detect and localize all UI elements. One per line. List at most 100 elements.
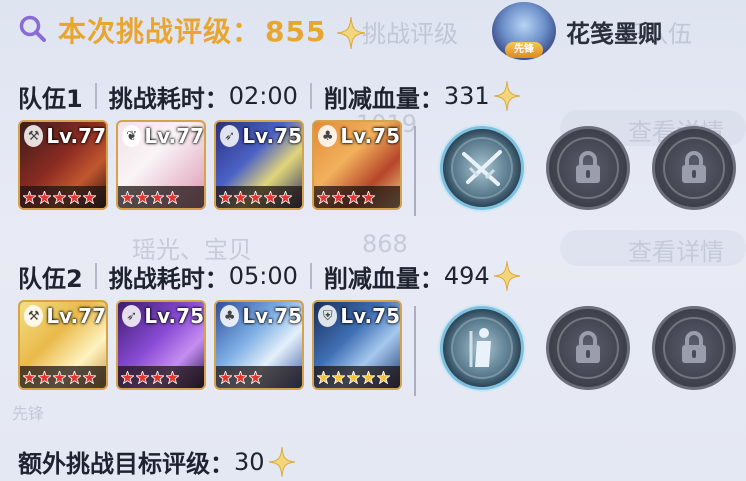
sparkle-icon (337, 17, 366, 49)
skill-slot-locked[interactable] (652, 306, 736, 390)
sparkle-icon (268, 446, 295, 477)
divider (414, 306, 416, 396)
time-label: 挑战耗时： (108, 84, 229, 113)
damage-value: 331 (443, 82, 490, 110)
sparkle-icon (493, 81, 520, 111)
damage-label: 削减血量： (323, 264, 444, 293)
hero-level-bar: ♣ Lv.75 (216, 302, 302, 330)
star-icon (317, 370, 330, 384)
time-label: 挑战耗时： (108, 264, 229, 293)
star-icon (332, 370, 345, 384)
star-icon (377, 370, 390, 384)
star-icon (68, 190, 81, 204)
star-icon (151, 370, 164, 384)
challenge-rating-label: 本次挑战评级： (58, 15, 262, 48)
hero-stars (118, 366, 204, 388)
hero-level-bar: ➶ Lv.75 (118, 302, 204, 330)
hero-stars (20, 186, 106, 208)
hero-level: Lv.75 (340, 124, 400, 148)
time-value: 02:00 (228, 82, 298, 110)
hero-level-bar: ♣ Lv.75 (314, 122, 400, 150)
challenge-rating-value: 855 (265, 15, 327, 48)
background-row-score: 868 (362, 230, 408, 258)
team-1: 队伍1 挑战耗时： 02:00 削减血量： 331 ⚒ Lv.77 ❦ Lv.77 ➶ Lv.… (0, 78, 746, 218)
hero-level: Lv.75 (340, 304, 400, 328)
bow-icon: ➶ (122, 305, 142, 327)
search-icon[interactable] (18, 14, 48, 44)
lock-icon (663, 317, 725, 379)
lock-icon (557, 317, 619, 379)
star-icon (121, 190, 134, 204)
background-row-badge: 先锋 (12, 404, 45, 423)
extra-target-rating: 额外挑战目标评级： 30 (18, 444, 295, 479)
skill-slot-figure[interactable] (440, 306, 524, 390)
hero-card[interactable]: ⚒ Lv.77 (18, 300, 108, 390)
star-icon (279, 190, 292, 204)
star-icon (38, 370, 51, 384)
star-icon (219, 190, 232, 204)
skill-slot-locked[interactable] (546, 306, 630, 390)
hero-level-bar: ➶ Lv.75 (216, 122, 302, 150)
star-icon (151, 190, 164, 204)
star-icon (332, 190, 345, 204)
hero-level: Lv.75 (242, 304, 302, 328)
star-icon (23, 370, 36, 384)
crossed-swords-icon (451, 137, 513, 199)
hero-stars (20, 366, 106, 388)
star-icon (83, 370, 96, 384)
team-2: 队伍2 挑战耗时： 05:00 削减血量： 494 ⚒ Lv.77 ➶ Lv.75 ♣ Lv.… (0, 258, 746, 398)
hero-card[interactable]: ⚒ Lv.77 (18, 120, 108, 210)
tree-icon: ♣ (220, 305, 240, 327)
time-value: 05:00 (228, 262, 298, 290)
hero-card[interactable]: ❦ Lv.77 (116, 120, 206, 210)
separator (309, 263, 312, 289)
skill-slot-locked[interactable] (652, 126, 736, 210)
extra-target-label: 额外挑战目标评级： (18, 450, 234, 478)
damage-value: 494 (443, 262, 490, 290)
hero-stars (314, 186, 400, 208)
hero-card[interactable]: ➶ Lv.75 (214, 120, 304, 210)
star-icon (264, 190, 277, 204)
sparkle-icon (493, 261, 520, 291)
hero-card[interactable]: ➶ Lv.75 (116, 300, 206, 390)
hero-stars (314, 366, 400, 388)
hero-level: Lv.77 (46, 304, 106, 328)
hero-card[interactable]: ♣ Lv.75 (214, 300, 304, 390)
wing-icon: ❦ (122, 125, 142, 147)
bow-icon: ➶ (220, 125, 240, 147)
hero-level-bar: ⚒ Lv.77 (20, 122, 106, 150)
hero-level: Lv.75 (144, 304, 204, 328)
team-name: 队伍2 (18, 264, 83, 293)
star-icon (136, 190, 149, 204)
star-icon (234, 190, 247, 204)
star-icon (234, 370, 247, 384)
hero-level-bar: ⚒ Lv.77 (20, 302, 106, 330)
divider (414, 126, 416, 216)
separator (309, 83, 312, 109)
star-icon (347, 190, 360, 204)
star-icon (23, 190, 36, 204)
team-info: 队伍2 挑战耗时： 05:00 削减血量： 494 (18, 258, 520, 294)
star-icon (53, 370, 66, 384)
avatar-badge: 先锋 (505, 42, 543, 58)
figure-icon (451, 317, 513, 379)
skill-slot-crossed-swords[interactable] (440, 126, 524, 210)
hero-card[interactable]: ♣ Lv.75 (312, 120, 402, 210)
star-icon (53, 190, 66, 204)
star-icon (362, 370, 375, 384)
damage-label: 削减血量： (323, 84, 444, 113)
hero-stars (216, 366, 302, 388)
extra-target-value: 30 (234, 447, 265, 476)
hero-level: Lv.75 (242, 124, 302, 148)
lock-icon (663, 137, 725, 199)
star-icon (249, 370, 262, 384)
player-name: 花笺墨卿 (566, 20, 662, 48)
separator (94, 263, 97, 289)
star-icon (38, 190, 51, 204)
star-icon (136, 370, 149, 384)
skill-slot-locked[interactable] (546, 126, 630, 210)
star-icon (68, 370, 81, 384)
star-icon (219, 370, 232, 384)
hero-card[interactable]: ⛨ Lv.75 (312, 300, 402, 390)
lock-icon (557, 137, 619, 199)
